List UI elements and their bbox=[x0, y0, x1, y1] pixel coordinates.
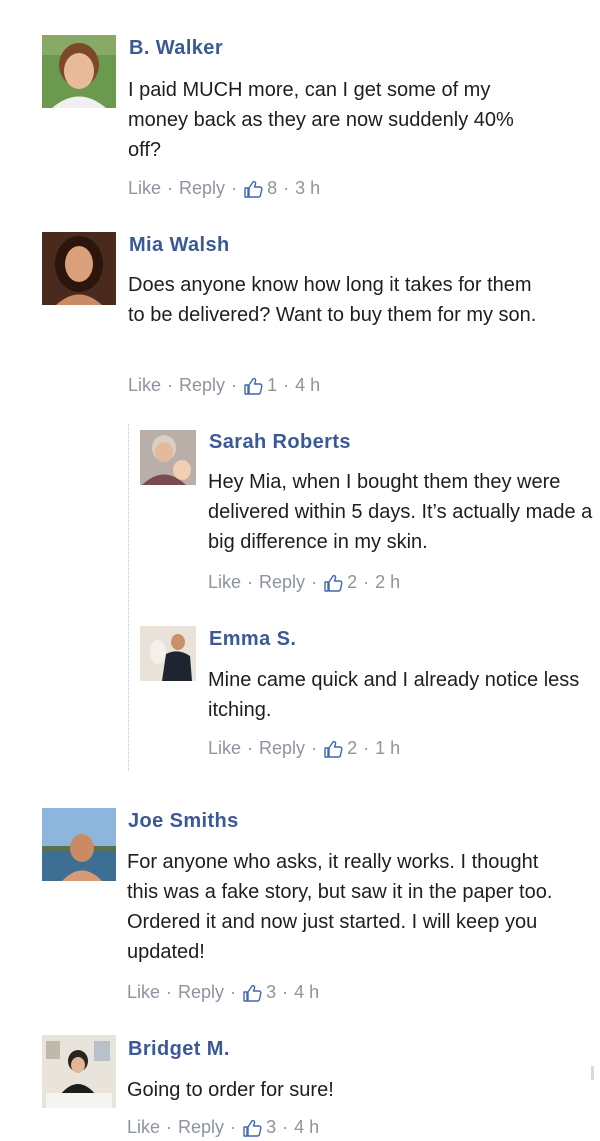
like-link[interactable]: Like bbox=[208, 738, 241, 759]
comment-actions: Like · Reply · 1 · 4 h bbox=[128, 375, 320, 396]
comment-actions: Like · Reply · 2 · 2 h bbox=[208, 572, 400, 593]
like-link[interactable]: Like bbox=[127, 982, 160, 1003]
thumbs-up-icon bbox=[242, 983, 262, 1003]
separator: · bbox=[283, 178, 290, 198]
separator: · bbox=[230, 982, 237, 1002]
avatar[interactable] bbox=[42, 232, 116, 305]
like-count[interactable]: 3 bbox=[266, 1117, 276, 1138]
commenter-name[interactable]: Joe Smiths bbox=[128, 810, 239, 833]
comment-text: Does anyone know how long it takes for t… bbox=[128, 274, 537, 326]
like-link[interactable]: Like bbox=[127, 1117, 160, 1138]
like-count[interactable]: 2 bbox=[347, 738, 357, 759]
timestamp[interactable]: 3 h bbox=[295, 178, 320, 199]
separator: · bbox=[167, 375, 174, 395]
separator: · bbox=[283, 375, 290, 395]
portrait-image bbox=[140, 626, 196, 681]
reply-link[interactable]: Reply bbox=[259, 738, 305, 759]
like-count[interactable]: 8 bbox=[267, 178, 277, 199]
comment-actions: Like · Reply · 3 · 4 h bbox=[127, 1117, 319, 1138]
separator: · bbox=[231, 178, 238, 198]
portrait-image bbox=[42, 232, 116, 305]
avatar[interactable] bbox=[140, 626, 196, 681]
like-count[interactable]: 3 bbox=[266, 982, 276, 1003]
timestamp[interactable]: 4 h bbox=[294, 1117, 319, 1138]
separator: · bbox=[363, 572, 370, 592]
separator: · bbox=[363, 738, 370, 758]
separator: · bbox=[247, 738, 254, 758]
reply-link[interactable]: Reply bbox=[178, 1117, 224, 1138]
avatar[interactable] bbox=[140, 430, 196, 485]
separator: · bbox=[282, 1117, 289, 1137]
avatar[interactable] bbox=[42, 35, 116, 108]
comment-text: Hey Mia, when I bought them they were de… bbox=[208, 471, 593, 553]
thumbs-up-icon bbox=[323, 573, 343, 593]
timestamp[interactable]: 4 h bbox=[294, 982, 319, 1003]
separator: · bbox=[166, 1117, 173, 1137]
like-count[interactable]: 2 bbox=[347, 572, 357, 593]
comment-text: For anyone who asks, it really works. I … bbox=[127, 851, 553, 963]
thumbs-up-icon bbox=[243, 179, 263, 199]
comment-actions: Like · Reply · 3 · 4 h bbox=[127, 982, 319, 1003]
thumbs-up-icon bbox=[242, 1118, 262, 1138]
comment-text: I paid MUCH more, can I get some of my m… bbox=[128, 79, 514, 161]
separator: · bbox=[311, 738, 318, 758]
like-link[interactable]: Like bbox=[128, 375, 161, 396]
commenter-name[interactable]: Sarah Roberts bbox=[209, 431, 351, 454]
commenter-name[interactable]: Mia Walsh bbox=[129, 234, 230, 257]
reply-thread-line bbox=[128, 424, 129, 771]
separator: · bbox=[282, 982, 289, 1002]
like-link[interactable]: Like bbox=[208, 572, 241, 593]
timestamp[interactable]: 1 h bbox=[375, 738, 400, 759]
portrait-image bbox=[42, 1035, 116, 1108]
portrait-image bbox=[42, 35, 116, 108]
portrait-image bbox=[42, 808, 116, 881]
like-link[interactable]: Like bbox=[128, 178, 161, 199]
timestamp[interactable]: 4 h bbox=[295, 375, 320, 396]
avatar[interactable] bbox=[42, 1035, 116, 1108]
separator: · bbox=[166, 982, 173, 1002]
comment-text: Mine came quick and I already notice les… bbox=[208, 669, 580, 721]
separator: · bbox=[231, 375, 238, 395]
separator: · bbox=[167, 178, 174, 198]
timestamp[interactable]: 2 h bbox=[375, 572, 400, 593]
thumbs-up-icon bbox=[323, 739, 343, 759]
separator: · bbox=[311, 572, 318, 592]
reply-link[interactable]: Reply bbox=[259, 572, 305, 593]
commenter-name[interactable]: Bridget M. bbox=[128, 1038, 230, 1061]
commenter-name[interactable]: B. Walker bbox=[129, 37, 223, 60]
thumbs-up-icon bbox=[243, 376, 263, 396]
comment-actions: Like · Reply · 2 · 1 h bbox=[208, 738, 400, 759]
scrollbar-thumb[interactable] bbox=[591, 1066, 594, 1080]
separator: · bbox=[247, 572, 254, 592]
reply-link[interactable]: Reply bbox=[178, 982, 224, 1003]
portrait-image bbox=[140, 430, 196, 485]
reply-link[interactable]: Reply bbox=[179, 375, 225, 396]
comment-actions: Like · Reply · 8 · 3 h bbox=[128, 178, 320, 199]
separator: · bbox=[230, 1117, 237, 1137]
avatar[interactable] bbox=[42, 808, 116, 881]
like-count[interactable]: 1 bbox=[267, 375, 277, 396]
comment-text: Going to order for sure! bbox=[127, 1079, 334, 1101]
commenter-name[interactable]: Emma S. bbox=[209, 628, 296, 651]
reply-link[interactable]: Reply bbox=[179, 178, 225, 199]
